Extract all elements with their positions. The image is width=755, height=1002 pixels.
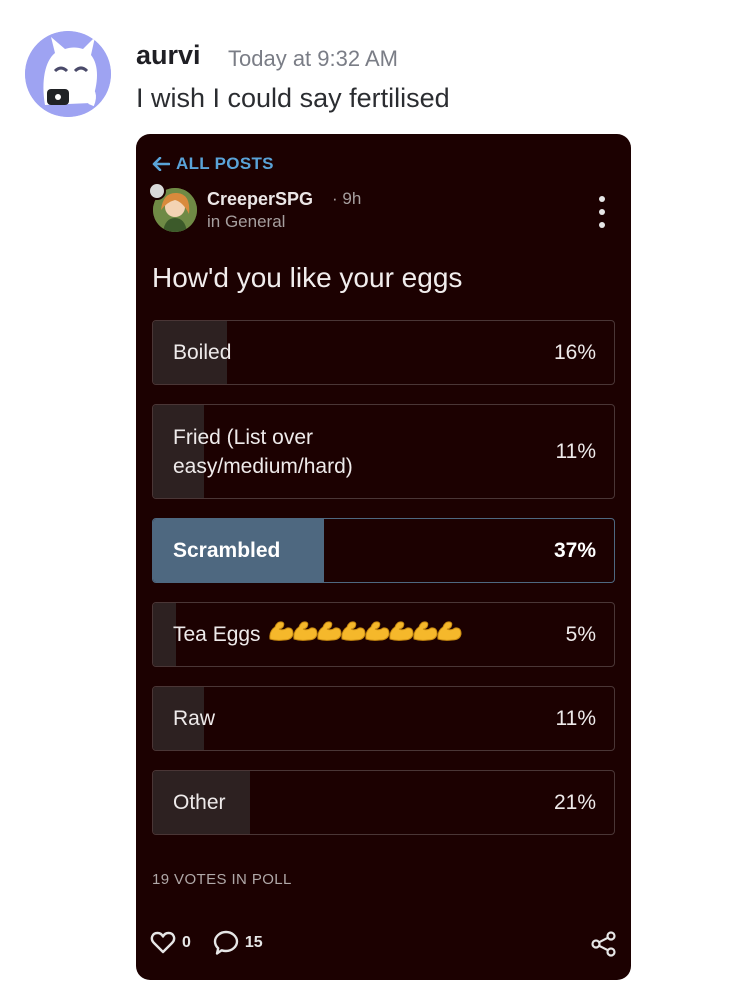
author-name[interactable]: CreeperSPG — [207, 189, 313, 210]
user-avatar[interactable] — [25, 31, 111, 117]
poll-option-percent: 21% — [553, 790, 596, 814]
poll-option-percent: 16% — [553, 340, 596, 364]
poll-option-label: Fried (List over easy/medium/hard) — [173, 425, 353, 478]
share-icon — [591, 931, 616, 957]
poll-vote-count: 19 VOTES IN POLL — [152, 871, 292, 888]
poll-post-image[interactable]: ALL POSTS CreeperSPG · 9h in General How… — [136, 134, 631, 980]
share-button[interactable] — [591, 931, 617, 962]
heart-icon — [150, 931, 176, 954]
poll-option-boiled[interactable]: Boiled 16% — [152, 320, 615, 385]
poll-option-label: Tea Eggs — [173, 623, 261, 646]
poll-option-label: Raw — [173, 707, 216, 730]
like-count: 0 — [182, 934, 191, 951]
all-posts-label: ALL POSTS — [176, 154, 274, 173]
poll-option-percent: 11% — [555, 706, 596, 730]
poll-option-label: Other — [173, 791, 226, 814]
cat-avatar-icon — [25, 31, 111, 117]
post-community[interactable]: in General — [207, 212, 285, 232]
flexed-biceps-emoji — [435, 619, 463, 651]
poll-option-other[interactable]: Other 21% — [152, 770, 615, 835]
all-posts-link[interactable]: ALL POSTS — [152, 154, 274, 174]
post-time: · 9h — [332, 189, 362, 208]
poll-option-percent: 5% — [565, 622, 596, 646]
post-actions: 0 15 — [150, 930, 263, 956]
post-time-value: 9h — [342, 189, 362, 208]
poll-option-percent: 11% — [555, 439, 596, 463]
author-badge-icon — [148, 182, 166, 200]
poll-option-raw[interactable]: Raw 11% — [152, 686, 615, 751]
more-vertical-icon[interactable] — [597, 196, 607, 228]
comment-bubble-icon — [213, 930, 239, 955]
like-button[interactable]: 0 — [150, 931, 191, 955]
comment-button[interactable]: 15 — [213, 930, 263, 956]
poll-option-percent: 37% — [553, 538, 596, 562]
poll-option-tea-eggs[interactable]: Tea Eggs 5% — [152, 602, 615, 667]
poll-option-label: Scrambled — [173, 539, 281, 562]
message-text: I wish I could say fertilised — [136, 83, 450, 113]
poll-option-scrambled[interactable]: Scrambled 37% — [152, 518, 615, 583]
poll-question: How'd you like your eggs — [152, 262, 463, 293]
poll-option-label: Boiled — [173, 341, 232, 364]
comment-count: 15 — [244, 934, 263, 951]
arrow-left-icon — [152, 157, 170, 171]
message-timestamp: Today at 9:32 AM — [228, 46, 398, 71]
poll-option-fried[interactable]: Fried (List over easy/medium/hard) 11% — [152, 404, 615, 499]
flexed-biceps-emoji-row — [268, 619, 463, 651]
poll-option-label-wrap: Tea Eggs — [173, 603, 463, 666]
message-username[interactable]: aurvi — [136, 40, 201, 71]
